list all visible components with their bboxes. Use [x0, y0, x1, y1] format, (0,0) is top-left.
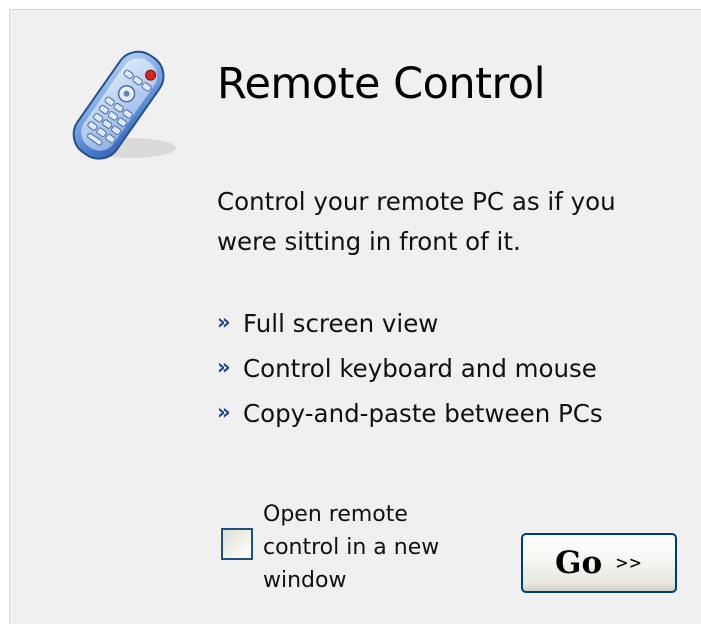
description-text: Control your remote PC as if you were si… — [217, 187, 616, 256]
feature-label: Control keyboard and mouse — [243, 354, 597, 383]
feature-list: » Full screen view » Control keyboard an… — [217, 301, 603, 436]
double-chevron-right-icon: » — [217, 355, 231, 379]
double-chevron-right-icon: » — [217, 400, 231, 424]
feature-label: Full screen view — [243, 309, 439, 338]
open-in-new-window-checkbox[interactable] — [221, 528, 253, 560]
go-button-label: Go — [554, 545, 603, 581]
feature-item: » Full screen view — [217, 301, 603, 346]
feature-label: Copy-and-paste between PCs — [243, 399, 603, 428]
feature-item: » Copy-and-paste between PCs — [217, 391, 603, 436]
double-arrow-right-icon: >> — [616, 552, 644, 574]
go-button[interactable]: Go >> — [521, 533, 677, 593]
page-title: Remote Control — [217, 59, 546, 109]
remote-control-icon — [72, 50, 176, 160]
open-in-new-window-label[interactable]: Open remote control in a new window — [263, 498, 503, 597]
feature-item: » Control keyboard and mouse — [217, 346, 603, 391]
open-in-new-window-option[interactable]: Open remote control in a new window — [218, 498, 508, 600]
double-chevron-right-icon: » — [217, 310, 231, 334]
